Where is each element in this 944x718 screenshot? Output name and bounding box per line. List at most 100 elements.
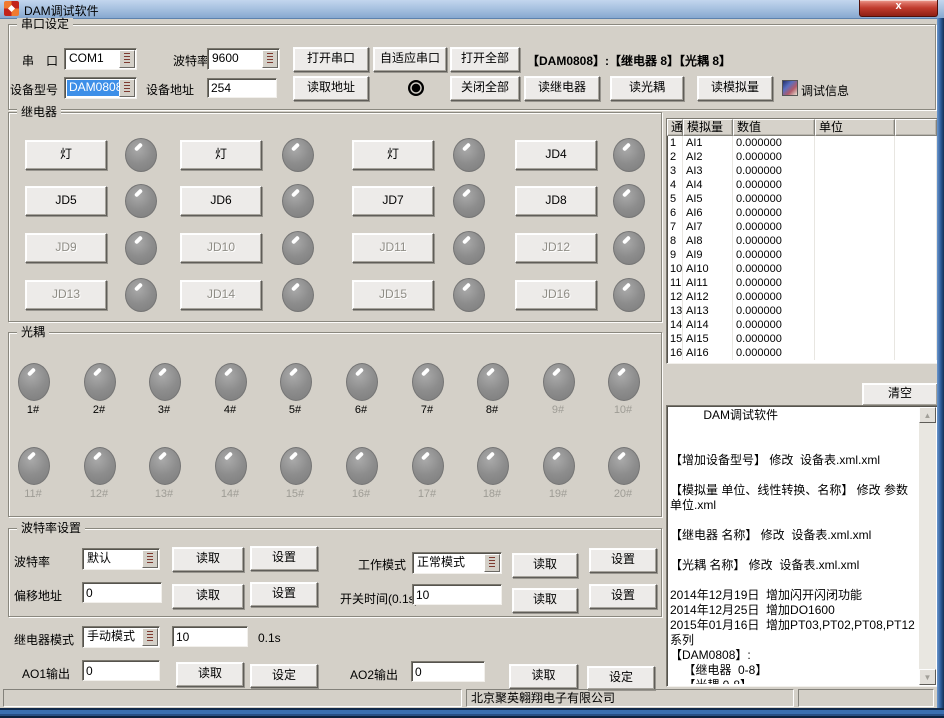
analog-cell: 14 xyxy=(667,318,683,332)
relay-button-7[interactable]: JD7 xyxy=(352,186,434,216)
analog-col-header[interactable]: 通 xyxy=(667,119,683,136)
analog-cell: 0.000000 xyxy=(733,150,815,164)
analog-col-header[interactable]: 数值 xyxy=(733,119,815,136)
analog-col-header[interactable] xyxy=(895,119,937,136)
offset-set-button[interactable]: 设置 xyxy=(250,582,318,607)
work-mode-select[interactable]: 正常模式 xyxy=(412,552,502,574)
device-address-input[interactable] xyxy=(207,78,277,98)
analog-row: 2AI20.000000 xyxy=(667,150,937,164)
combo-arrow-icon xyxy=(262,50,278,68)
read-relay-button[interactable]: 读继电器 xyxy=(524,76,600,101)
opto-label-12: 12# xyxy=(79,488,119,500)
analog-cell: 0.000000 xyxy=(733,192,815,206)
opto-label-7: 7# xyxy=(407,404,447,416)
close-all-button[interactable]: 关闭全部 xyxy=(450,76,520,101)
clear-log-button[interactable]: 清空 xyxy=(862,383,938,406)
relay-button-6[interactable]: JD6 xyxy=(180,186,262,216)
open-serial-button[interactable]: 打开串口 xyxy=(293,47,369,72)
analog-cell xyxy=(895,304,937,318)
analog-cell: AI6 xyxy=(683,206,733,220)
ao1-input[interactable] xyxy=(82,660,160,681)
analog-cell xyxy=(815,220,895,234)
read-opto-button[interactable]: 读光耦 xyxy=(610,76,684,101)
opto-label-3: 3# xyxy=(144,404,184,416)
adaptive-serial-button[interactable]: 自适应串口 xyxy=(373,47,447,72)
window-border-right xyxy=(937,18,944,718)
ao1-read-button[interactable]: 读取 xyxy=(176,662,244,687)
baudrate-set-button[interactable]: 设置 xyxy=(250,546,318,571)
work-mode-read-button[interactable]: 读取 xyxy=(512,553,578,578)
baud-label: 波特率 xyxy=(173,52,209,69)
scroll-up-icon[interactable]: ▲ xyxy=(919,407,936,423)
opto-label-10: 10# xyxy=(603,404,643,416)
relay-button-3[interactable]: 灯 xyxy=(352,140,434,170)
analog-cell: AI9 xyxy=(683,248,733,262)
analog-cell xyxy=(895,318,937,332)
model-select[interactable]: DAM0808 xyxy=(64,77,137,99)
relay-led-11 xyxy=(453,231,485,265)
opto-label-11: 11# xyxy=(13,488,53,500)
relay-mode-select[interactable]: 手动模式 xyxy=(82,626,160,648)
relay-button-4[interactable]: JD4 xyxy=(515,140,597,170)
ao1-set-button[interactable]: 设定 xyxy=(250,664,318,688)
baud-select[interactable]: 9600 xyxy=(207,48,280,70)
analog-row: 1AI10.000000 xyxy=(667,136,937,150)
relay-button-8[interactable]: JD8 xyxy=(515,186,597,216)
analog-cell: 0.000000 xyxy=(733,248,815,262)
analog-cell: 0.000000 xyxy=(733,178,815,192)
close-button[interactable]: x xyxy=(859,0,938,17)
analog-cell xyxy=(895,220,937,234)
relay-time-input[interactable] xyxy=(172,626,248,647)
baudrate-select[interactable]: 默认 xyxy=(82,548,160,570)
opto-label-13: 13# xyxy=(144,488,184,500)
opto-label-16: 16# xyxy=(341,488,381,500)
analog-cell xyxy=(895,178,937,192)
ao2-set-button[interactable]: 设定 xyxy=(587,666,655,690)
ao2-input[interactable] xyxy=(411,661,485,682)
analog-row: 15AI150.000000 xyxy=(667,332,937,346)
analog-cell: AI8 xyxy=(683,234,733,248)
analog-cell xyxy=(815,346,895,360)
debug-info-label[interactable]: 调试信息 xyxy=(801,82,849,99)
opto-led-1 xyxy=(18,363,50,401)
opto-led-2 xyxy=(84,363,116,401)
log-textarea[interactable]: DAM调试软件 【增加设备型号】 修改 设备表.xml.xml 【模拟量 单位、… xyxy=(666,405,938,687)
window-border-bottom xyxy=(0,708,944,718)
analog-cell xyxy=(895,150,937,164)
analog-cell: AI2 xyxy=(683,150,733,164)
switch-time-set-button[interactable]: 设置 xyxy=(589,584,657,609)
titlebar[interactable] xyxy=(0,0,944,19)
switch-time-input[interactable] xyxy=(412,584,502,605)
analog-cell: AI11 xyxy=(683,276,733,290)
relay-button-1[interactable]: 灯 xyxy=(25,140,107,170)
offset-address-input[interactable] xyxy=(82,582,162,603)
relay-led-8 xyxy=(613,184,645,218)
read-analog-button[interactable]: 读模拟量 xyxy=(697,76,773,101)
opto-label-6: 6# xyxy=(341,404,381,416)
opto-label-20: 20# xyxy=(603,488,643,500)
relay-led-12 xyxy=(613,231,645,265)
log-scrollbar[interactable]: ▲ ▼ xyxy=(919,407,936,685)
analog-cell: 1 xyxy=(667,136,683,150)
ao1-label: AO1输出 xyxy=(22,665,70,682)
analog-col-header[interactable]: 模拟量 xyxy=(683,119,733,136)
analog-row: 13AI130.000000 xyxy=(667,304,937,318)
relay-button-9: JD9 xyxy=(25,233,107,263)
analog-col-header[interactable]: 单位 xyxy=(815,119,895,136)
baudrate-read-button[interactable]: 读取 xyxy=(172,547,244,572)
work-mode-set-button[interactable]: 设置 xyxy=(589,548,657,573)
debug-info-icon xyxy=(782,80,798,96)
scroll-down-icon[interactable]: ▼ xyxy=(919,669,936,685)
app-icon xyxy=(4,1,19,16)
read-address-button[interactable]: 读取地址 xyxy=(293,76,369,101)
open-all-button[interactable]: 打开全部 xyxy=(450,47,520,72)
relay-button-5[interactable]: JD5 xyxy=(25,186,107,216)
analog-cell: 9 xyxy=(667,248,683,262)
relay-button-2[interactable]: 灯 xyxy=(180,140,262,170)
offset-read-button[interactable]: 读取 xyxy=(172,584,244,609)
relay-button-16: JD16 xyxy=(515,280,597,310)
switch-time-read-button[interactable]: 读取 xyxy=(512,588,578,613)
relay-time-unit: 0.1s xyxy=(258,631,281,645)
port-select[interactable]: COM1 xyxy=(64,48,137,70)
ao2-read-button[interactable]: 读取 xyxy=(509,664,578,689)
